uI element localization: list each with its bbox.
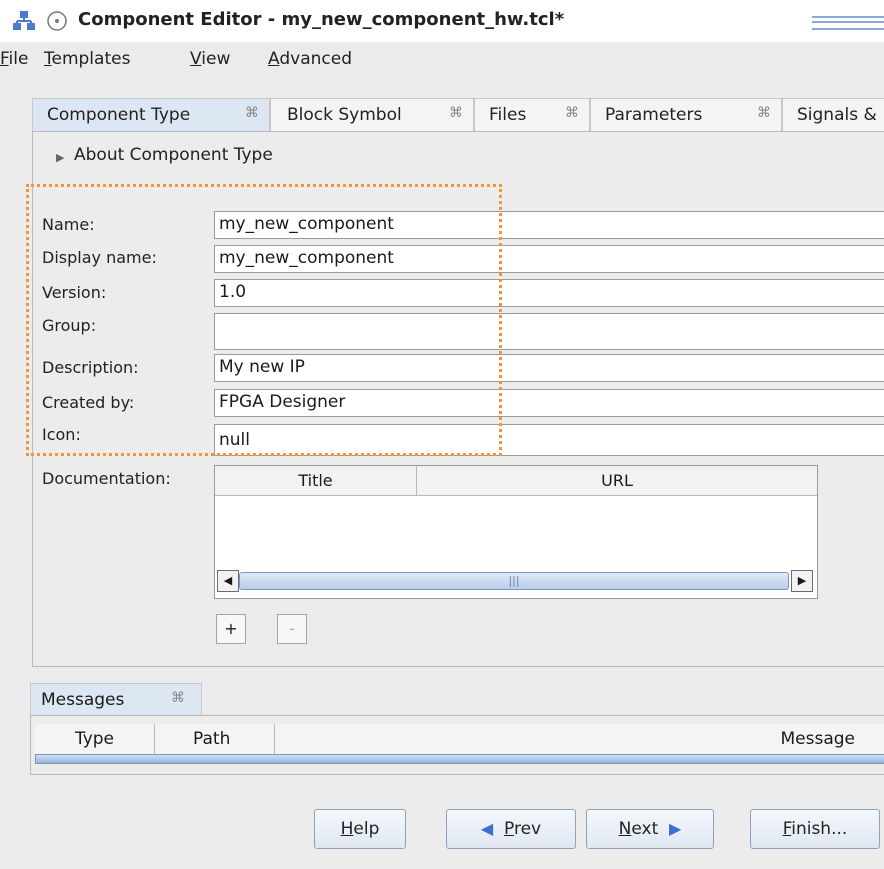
documentation-table: Title URL ◀ ||| ▶ <box>214 465 818 599</box>
menu-templates[interactable]: Templates <box>44 49 130 69</box>
tab-signals[interactable]: Signals & <box>782 98 884 132</box>
highlight-outline <box>26 184 502 456</box>
finish-button[interactable]: Finish... <box>750 809 880 849</box>
tab-component-type[interactable]: Component Type ⌘ <box>32 98 270 132</box>
column-header-title[interactable]: Title <box>215 466 417 496</box>
prev-button[interactable]: ◀ Prev <box>446 809 576 849</box>
horizontal-scrollbar[interactable]: ◀ ||| ▶ <box>215 570 817 594</box>
menu-bar: File Templates View Advanced <box>0 42 884 76</box>
next-arrow-icon: ▶ <box>669 819 682 838</box>
prev-arrow-icon: ◀ <box>480 819 494 838</box>
column-header-url[interactable]: URL <box>417 466 817 496</box>
menu-file[interactable]: File <box>0 49 28 69</box>
menu-advanced[interactable]: Advanced <box>268 49 352 69</box>
tab-parameters[interactable]: Parameters ⌘ <box>590 98 782 132</box>
close-tab-icon[interactable]: ⌘ <box>565 105 579 121</box>
tab-label: Parameters <box>605 105 703 125</box>
column-header-message[interactable]: Message <box>275 724 884 754</box>
window-menu-icon[interactable] <box>46 10 68 32</box>
window-title: Component Editor - my_new_component_hw.t… <box>78 9 565 30</box>
close-tab-icon[interactable]: ⌘ <box>171 690 185 706</box>
tab-files[interactable]: Files ⌘ <box>474 98 590 132</box>
remove-documentation-button[interactable]: - <box>277 614 307 644</box>
close-tab-icon[interactable]: ⌘ <box>449 105 463 121</box>
column-header-path[interactable]: Path <box>155 724 275 754</box>
tab-label: Signals & <box>797 105 877 125</box>
title-drag-handle[interactable] <box>812 16 884 30</box>
tab-label: Component Type <box>47 105 191 125</box>
tab-messages[interactable]: Messages ⌘ <box>30 683 202 716</box>
tab-label: Messages <box>41 690 125 710</box>
column-header-type[interactable]: Type <box>35 724 155 754</box>
app-icon <box>13 11 35 30</box>
menu-view[interactable]: View <box>190 49 230 69</box>
help-button[interactable]: Help <box>314 809 406 849</box>
tab-block-symbol[interactable]: Block Symbol ⌘ <box>270 98 474 132</box>
scroll-right-icon[interactable]: ▶ <box>791 570 813 592</box>
messages-scrollbar[interactable] <box>35 754 884 764</box>
tab-label: Block Symbol <box>287 105 402 125</box>
documentation-label: Documentation: <box>42 469 171 488</box>
add-documentation-button[interactable]: + <box>216 614 246 644</box>
scroll-thumb[interactable]: ||| <box>239 572 789 590</box>
close-tab-icon[interactable]: ⌘ <box>757 105 771 121</box>
about-section-header[interactable]: About Component Type <box>74 145 273 165</box>
expand-arrow-icon[interactable]: ▶ <box>56 151 64 164</box>
close-tab-icon[interactable]: ⌘ <box>245 105 259 121</box>
messages-panel: Type Path Message <box>30 715 884 775</box>
next-button[interactable]: Next ▶ <box>586 809 714 849</box>
title-bar: Component Editor - my_new_component_hw.t… <box>0 0 884 42</box>
tab-label: Files <box>489 105 527 125</box>
scroll-left-icon[interactable]: ◀ <box>217 570 239 592</box>
